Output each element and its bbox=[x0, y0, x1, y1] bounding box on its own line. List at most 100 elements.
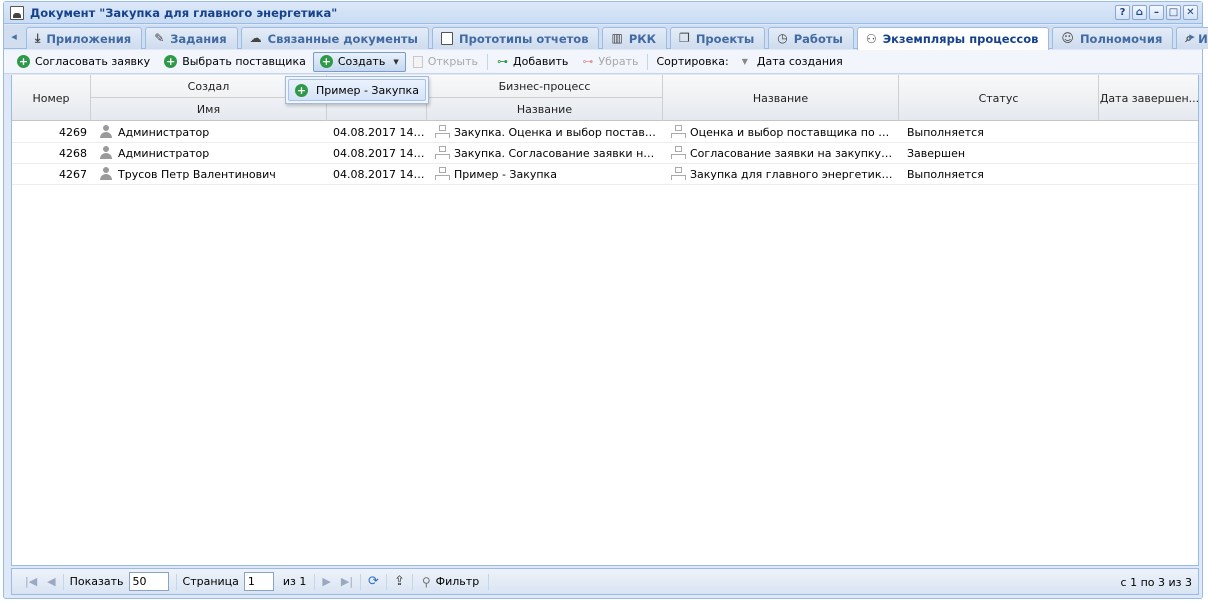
page-number-input[interactable] bbox=[243, 572, 274, 591]
process-instance-icon bbox=[671, 125, 686, 138]
works-icon: ◷ bbox=[777, 31, 788, 45]
close-button[interactable]: ✕ bbox=[1183, 5, 1198, 20]
page-size-label: Показать bbox=[69, 575, 124, 588]
page-count-label: из 1 bbox=[282, 575, 307, 588]
cell-status: Завершен bbox=[907, 147, 966, 160]
process-instances-grid: Номер Создал Имя Бизнес-процесс Название… bbox=[11, 75, 1199, 566]
pager-separator bbox=[175, 573, 177, 590]
pager-separator bbox=[488, 573, 490, 590]
help-button[interactable]: ? bbox=[1115, 5, 1130, 20]
user-icon bbox=[99, 146, 112, 159]
window-title: Документ "Закупка для главного энергетик… bbox=[30, 6, 338, 20]
export-icon[interactable]: ⇪ bbox=[389, 574, 410, 589]
create-dropdown-menu: + Пример - Закупка bbox=[285, 76, 429, 104]
cell-user: Администратор bbox=[95, 122, 327, 143]
open-document-icon bbox=[412, 55, 423, 68]
add-circle-icon: + bbox=[295, 83, 308, 97]
header-status[interactable]: Статус bbox=[899, 75, 1099, 121]
sort-desc-icon: ▼ bbox=[741, 57, 748, 66]
authority-icon: ☺ bbox=[1061, 31, 1074, 45]
tab-works[interactable]: ◷ Работы bbox=[768, 27, 854, 49]
tab-scroll-right-icon[interactable]: ▸ bbox=[1186, 30, 1198, 44]
tab-scroll-left-icon[interactable]: ◂ bbox=[8, 30, 20, 44]
tab-linked-documents[interactable]: ☁ Связанные документы bbox=[240, 27, 429, 49]
minimize-button[interactable]: – bbox=[1149, 5, 1164, 20]
cell-name: Закупка для главного энергетика - дл... bbox=[667, 164, 899, 185]
user-icon bbox=[99, 167, 112, 180]
next-page-icon[interactable]: ▶ bbox=[317, 575, 335, 588]
filter-button[interactable]: ⚲ Фильтр bbox=[415, 572, 486, 592]
linked-docs-icon: ☁ bbox=[249, 31, 262, 45]
pager-separator bbox=[62, 573, 64, 590]
cell-user: Трусов Петр Валентинович bbox=[95, 164, 327, 185]
cell-user: Администратор bbox=[95, 143, 327, 164]
cell-name: Согласование заявки на закупку "Зак... bbox=[667, 143, 899, 164]
cell-status: Выполняется bbox=[907, 126, 984, 139]
refresh-icon[interactable]: ⟳ bbox=[363, 574, 384, 589]
cell-name: Оценка и выбор поставщика по доку... bbox=[667, 122, 899, 143]
add-circle-icon: + bbox=[319, 55, 333, 68]
page-size-input[interactable] bbox=[128, 572, 169, 591]
business-process-icon bbox=[435, 125, 450, 138]
header-number[interactable]: Номер bbox=[12, 75, 91, 121]
header-completed[interactable]: Дата завершен... bbox=[1099, 75, 1198, 121]
prev-page-icon[interactable]: ◀ bbox=[42, 575, 60, 588]
projects-icon: ❐ bbox=[679, 31, 690, 45]
approve-request-button[interactable]: + Согласовать заявку bbox=[10, 52, 157, 72]
create-button[interactable]: + Создать ▼ bbox=[312, 51, 406, 72]
tab-process-instances[interactable]: ⚇ Экземпляры процессов bbox=[856, 27, 1050, 50]
cell-date: 04.08.2017 14:12 bbox=[333, 147, 429, 160]
home-button[interactable]: ⌂ bbox=[1132, 5, 1147, 20]
user-icon bbox=[99, 125, 112, 138]
tab-authority[interactable]: ☺ Полномочия bbox=[1052, 27, 1174, 49]
pager-separator bbox=[385, 573, 387, 590]
tab-projects[interactable]: ❐ Проекты bbox=[670, 27, 766, 49]
last-page-icon[interactable]: ▶| bbox=[336, 575, 358, 588]
cell-completed bbox=[1103, 143, 1198, 164]
remove-button[interactable]: ⊶ Убрать bbox=[575, 52, 645, 72]
tab-attachments[interactable]: ⤓ Приложения bbox=[26, 27, 143, 49]
first-page-icon[interactable]: |◀ bbox=[20, 575, 42, 588]
sort-label: Сортировка: bbox=[656, 55, 729, 68]
tab-report-prototypes[interactable]: Прототипы отчетов bbox=[431, 27, 600, 49]
tab-rkk[interactable]: ▥ РКК bbox=[602, 27, 668, 49]
cell-number: 4268 bbox=[59, 147, 87, 160]
cell-status: Выполняется bbox=[907, 168, 984, 181]
process-instance-icon bbox=[671, 167, 686, 180]
title-bar: Документ "Закупка для главного энергетик… bbox=[4, 2, 1202, 24]
business-process-icon bbox=[435, 167, 450, 180]
toolbar-separator bbox=[647, 53, 649, 70]
toolbar: + Согласовать заявку + Выбрать поставщик… bbox=[4, 50, 1202, 74]
table-row[interactable]: 4268 Администратор 04.08.2017 14:12 Заку… bbox=[12, 143, 1198, 164]
add-button[interactable]: ⊶ Добавить bbox=[490, 52, 575, 72]
barcode-icon: ▥ bbox=[611, 31, 623, 45]
maximize-button[interactable]: □ bbox=[1166, 5, 1181, 20]
choose-supplier-button[interactable]: + Выбрать поставщика bbox=[157, 52, 313, 72]
cell-date: 04.08.2017 14:12 bbox=[333, 168, 429, 181]
process-icon: ⚇ bbox=[865, 31, 877, 46]
sort-field-button[interactable]: ▼ Дата создания bbox=[735, 52, 850, 72]
menu-item-example-procurement[interactable]: + Пример - Закупка bbox=[288, 79, 426, 101]
unlink-icon: ⊶ bbox=[582, 55, 594, 68]
business-process-icon bbox=[435, 146, 450, 159]
cell-bp: Пример - Закупка bbox=[431, 164, 663, 185]
cell-completed bbox=[1103, 164, 1198, 185]
open-button[interactable]: Открыть bbox=[406, 52, 485, 72]
document-window: Документ "Закупка для главного энергетик… bbox=[3, 1, 1208, 599]
cell-completed bbox=[1103, 122, 1198, 143]
header-name[interactable]: Название bbox=[663, 75, 899, 121]
cell-date: 04.08.2017 14:18 bbox=[333, 126, 429, 139]
add-circle-icon: + bbox=[17, 55, 30, 68]
table-row[interactable]: 4267 Трусов Петр Валентинович 04.08.2017… bbox=[12, 164, 1198, 185]
toolbar-separator bbox=[487, 53, 488, 70]
tab-tasks[interactable]: ✎ Задания bbox=[145, 27, 238, 49]
header-bp-group: Бизнес-процесс bbox=[427, 75, 663, 98]
cell-bp: Закупка. Оценка и выбор поставщика bbox=[431, 122, 663, 143]
cell-number: 4269 bbox=[59, 126, 87, 139]
header-bp-name[interactable]: Название bbox=[427, 98, 663, 121]
table-row[interactable]: 4269 Администратор 04.08.2017 14:18 Заку… bbox=[12, 122, 1198, 143]
report-icon bbox=[440, 32, 453, 45]
grid-rows: 4269 Администратор 04.08.2017 14:18 Заку… bbox=[12, 122, 1198, 185]
paging-toolbar: |◀ ◀ Показать Страница из 1 ▶ ▶| ⟳ ⇪ ⚲ Ф… bbox=[11, 568, 1199, 595]
cell-number: 4267 bbox=[59, 168, 87, 181]
